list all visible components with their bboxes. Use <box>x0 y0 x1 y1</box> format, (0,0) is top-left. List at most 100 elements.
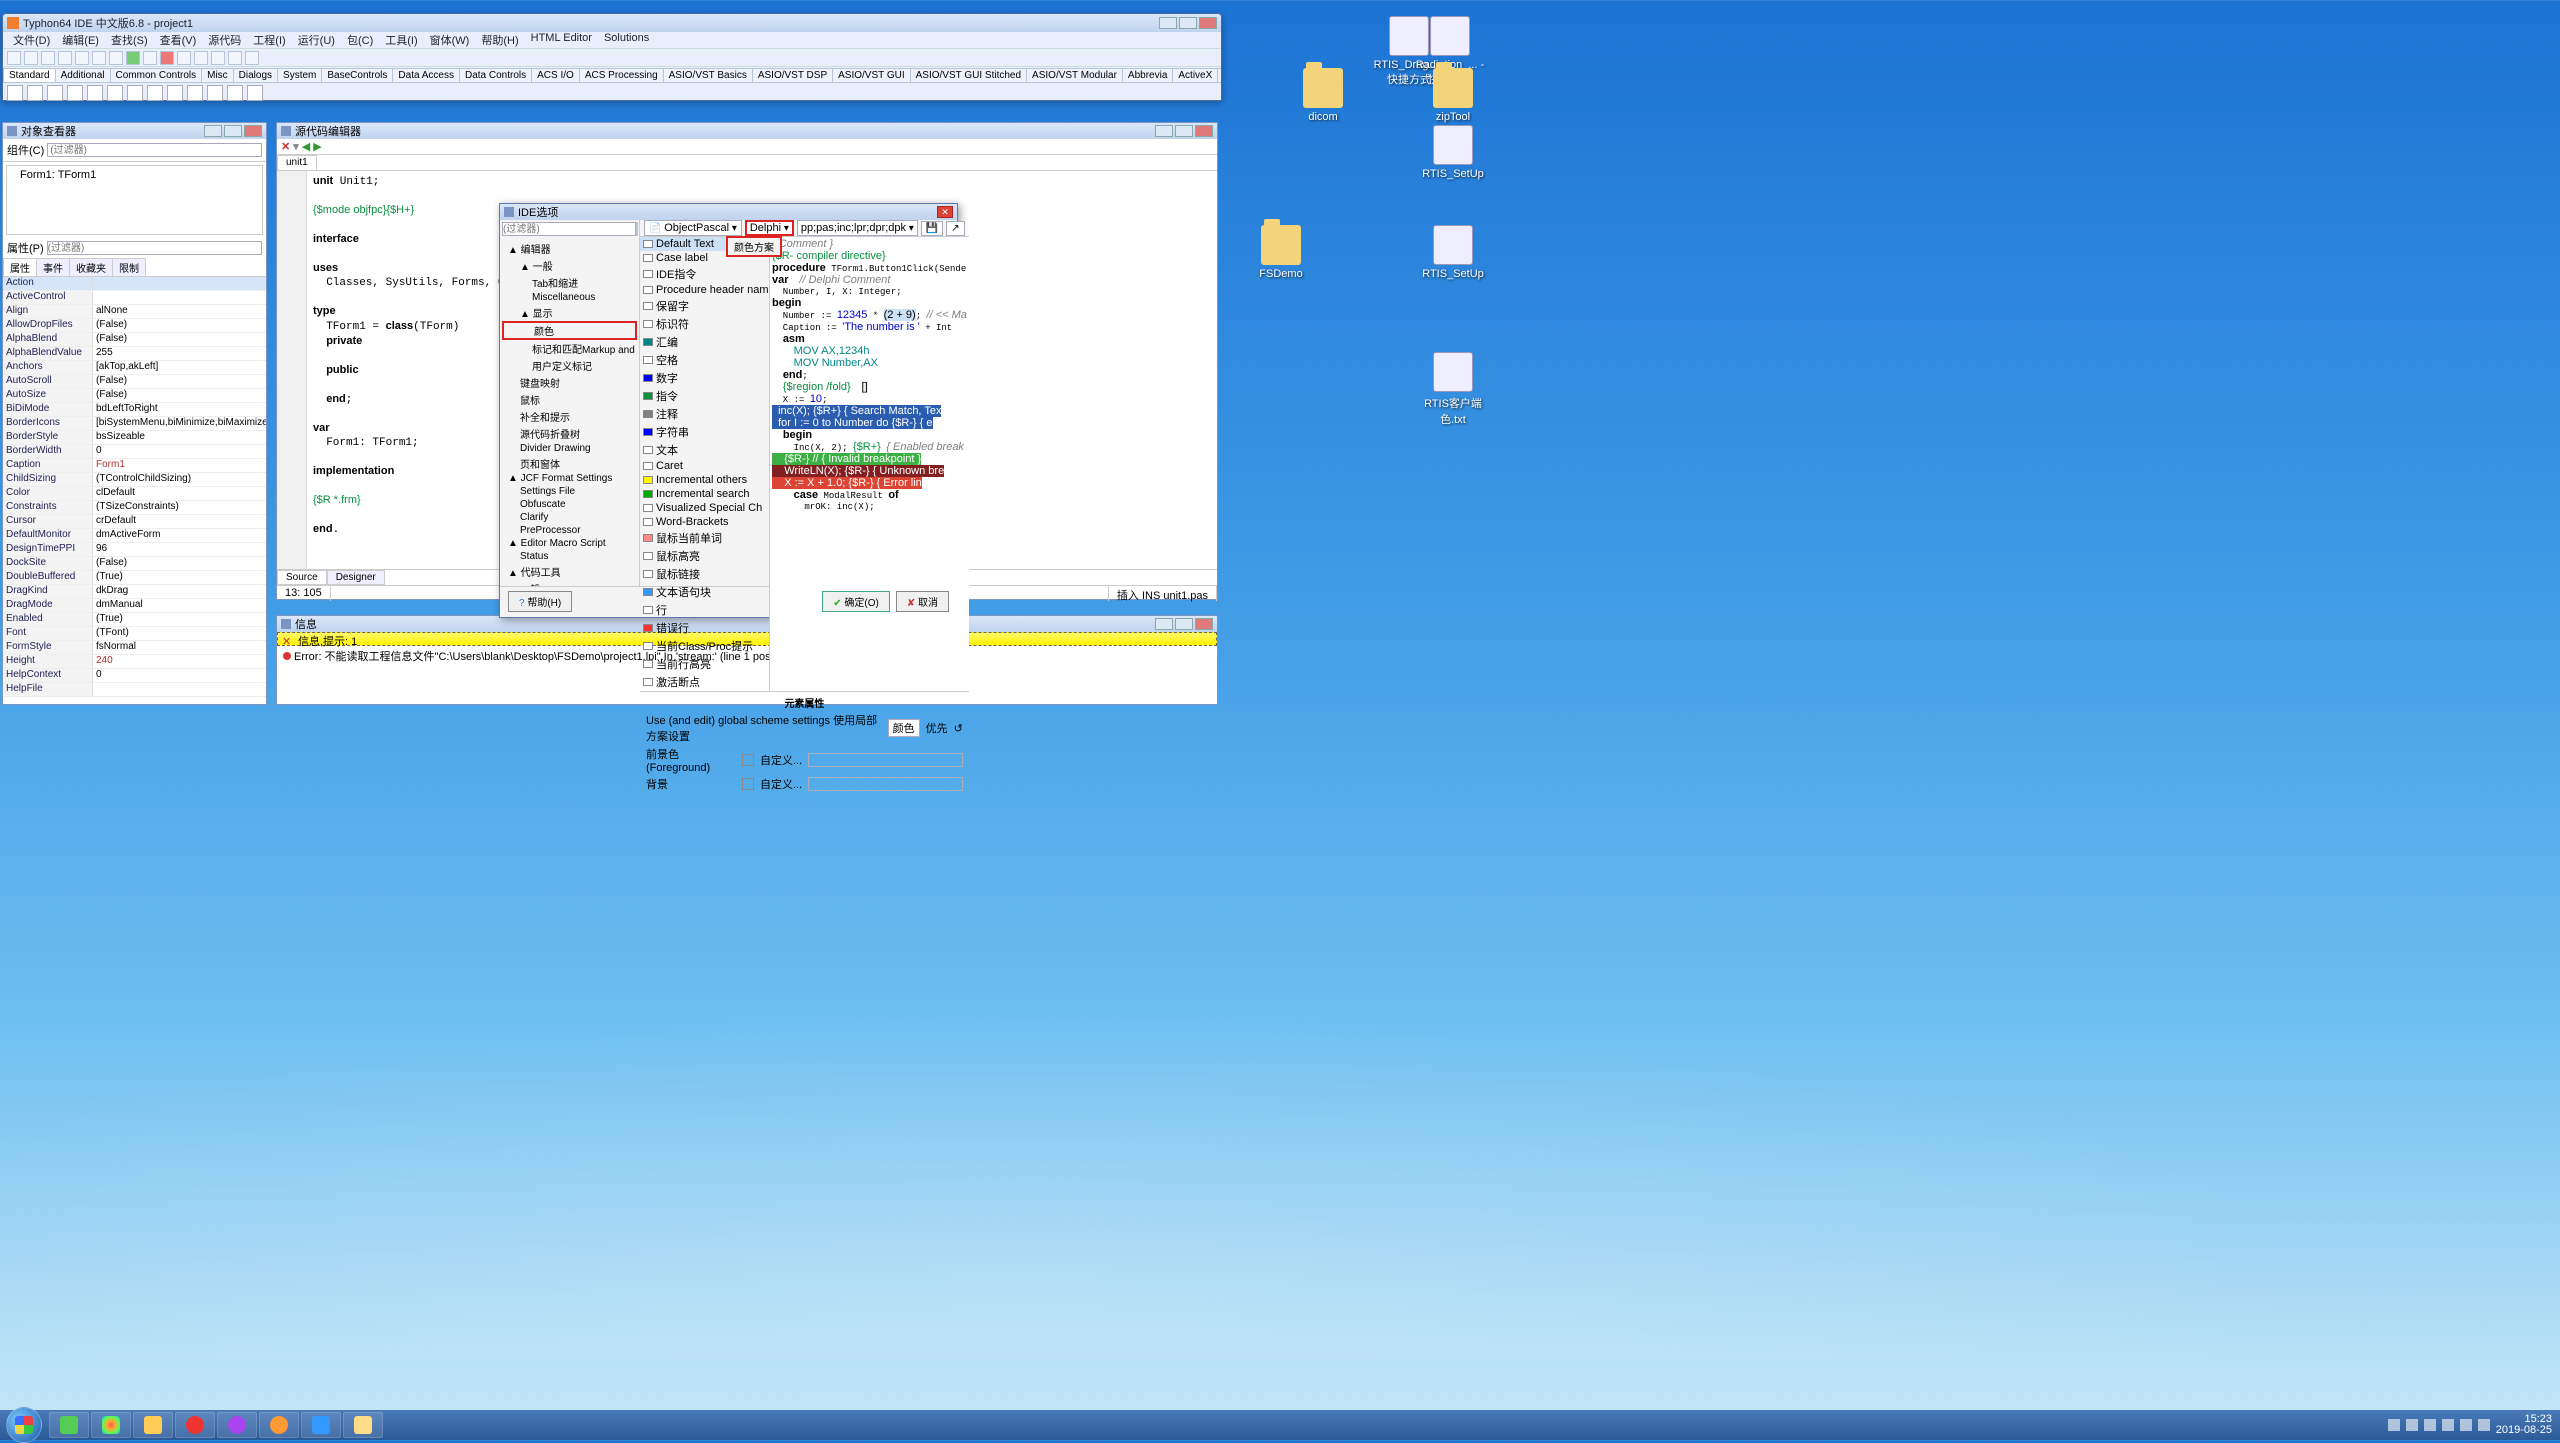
foreground-checkbox[interactable] <box>742 754 754 766</box>
close-button[interactable] <box>1199 17 1217 29</box>
taskbar-app[interactable] <box>133 1412 173 1438</box>
color-element-item[interactable]: 注释 <box>640 405 769 423</box>
tray-volume-icon[interactable] <box>2460 1419 2472 1431</box>
property-value[interactable]: 96 <box>93 543 266 556</box>
tray-icon[interactable] <box>2406 1419 2418 1431</box>
palette-tab[interactable]: ActiveX <box>1172 68 1218 83</box>
palette-tab[interactable]: Additional <box>55 68 111 83</box>
color-element-item[interactable]: Incremental search <box>640 487 769 501</box>
desktop-icon[interactable]: FSDemo <box>1243 225 1319 280</box>
minimize-button[interactable] <box>204 125 222 137</box>
file-tab-unit1[interactable]: unit1 <box>277 155 317 170</box>
property-value[interactable]: Form1 <box>93 459 266 472</box>
property-row[interactable]: CaptionForm1 <box>3 459 266 473</box>
ide-toolbar[interactable] <box>3 48 1221 66</box>
palette-component-icon[interactable] <box>87 85 103 101</box>
options-tree-node[interactable]: ▲ Editor Macro Script <box>502 537 637 550</box>
minimize-button[interactable] <box>1159 17 1177 29</box>
palette-component-icon[interactable] <box>167 85 183 101</box>
tool-toggle-icon[interactable] <box>109 51 123 65</box>
color-element-item[interactable]: 行 <box>640 601 769 619</box>
tray-icon[interactable] <box>2388 1419 2400 1431</box>
taskbar-app[interactable] <box>91 1412 131 1438</box>
minimize-button[interactable] <box>1155 618 1173 630</box>
maximize-button[interactable] <box>224 125 242 137</box>
editor-mode-tab[interactable]: Designer <box>327 570 385 585</box>
property-value[interactable] <box>93 291 266 304</box>
color-element-item[interactable]: 字符串 <box>640 423 769 441</box>
close-all-icon[interactable]: ▾ <box>293 140 299 153</box>
property-value[interactable]: bsSizeable <box>93 431 266 444</box>
color-element-item[interactable]: 标识符 <box>640 315 769 333</box>
property-value[interactable]: 0 <box>93 669 266 682</box>
palette-tab[interactable]: AggPars <box>1217 68 1221 83</box>
property-row[interactable]: DoubleBuffered(True) <box>3 571 266 585</box>
color-element-item[interactable]: 鼠标当前单词 <box>640 529 769 547</box>
property-row[interactable]: BorderIcons[biSystemMenu,biMinimize,biMa… <box>3 417 266 431</box>
palette-tab[interactable]: Data Controls <box>459 68 532 83</box>
palette-tab[interactable]: ASIO/VST GUI <box>832 68 911 83</box>
options-tree-node[interactable]: 补全和提示 <box>502 408 637 425</box>
property-value[interactable]: clDefault <box>93 487 266 500</box>
property-value[interactable] <box>93 277 266 290</box>
inspector-tabs[interactable]: 属性事件收藏夹限制 <box>3 258 266 277</box>
palette-component-icon[interactable] <box>107 85 123 101</box>
tool-units-icon[interactable] <box>75 51 89 65</box>
options-tree[interactable]: ▲ 编辑器▲ 一般Tab和缩进Miscellaneous▲ 显示颜色标记和匹配M… <box>500 238 639 586</box>
options-tree-node[interactable]: 一般 <box>502 580 637 586</box>
lang-button[interactable]: 📄 ObjectPascal ▾ <box>644 220 742 236</box>
color-scheme-button[interactable]: 颜色方案 <box>726 236 782 257</box>
color-tab-button[interactable]: 颜色 <box>888 719 920 737</box>
property-row[interactable]: Action <box>3 277 266 291</box>
menu-item[interactable]: 窗体(W) <box>424 32 476 48</box>
palette-tab[interactable]: ASIO/VST Basics <box>663 68 753 83</box>
property-value[interactable] <box>93 683 266 696</box>
property-row[interactable]: Enabled(True) <box>3 613 266 627</box>
palette-component-icon[interactable] <box>187 85 203 101</box>
palette-tab[interactable]: Dialogs <box>233 68 278 83</box>
menu-item[interactable]: 编辑(E) <box>56 32 105 48</box>
tray-icon[interactable] <box>2424 1419 2436 1431</box>
color-element-item[interactable]: 当前Class/Proc提示 <box>640 637 769 655</box>
inspector-tab[interactable]: 收藏夹 <box>69 258 113 276</box>
property-value[interactable]: (False) <box>93 319 266 332</box>
component-tree[interactable]: Form1: TForm1 <box>6 165 263 235</box>
taskbar-app[interactable] <box>175 1412 215 1438</box>
ok-button[interactable]: 确定(O) <box>822 591 890 612</box>
maximize-button[interactable] <box>1175 618 1193 630</box>
tool-stepout-icon[interactable] <box>211 51 225 65</box>
color-element-item[interactable]: 数字 <box>640 369 769 387</box>
property-row[interactable]: CursorcrDefault <box>3 515 266 529</box>
property-row[interactable]: Font(TFont) <box>3 627 266 641</box>
property-value[interactable]: crDefault <box>93 515 266 528</box>
gutter[interactable] <box>277 171 307 569</box>
palette-tab[interactable]: ACS Processing <box>579 68 664 83</box>
options-tree-node[interactable]: Settings File <box>502 485 637 498</box>
component-palette-tabs[interactable]: StandardAdditionalCommon ControlsMiscDia… <box>3 66 1221 84</box>
close-button[interactable] <box>1195 125 1213 137</box>
property-row[interactable]: ColorclDefault <box>3 487 266 501</box>
options-tree-node[interactable]: Tab和缩进 <box>502 274 637 291</box>
tool-stepover-icon[interactable] <box>177 51 191 65</box>
property-row[interactable]: AutoScroll(False) <box>3 375 266 389</box>
minimize-button[interactable] <box>1155 125 1173 137</box>
color-element-item[interactable]: 文本语句块 <box>640 583 769 601</box>
property-value[interactable]: [akTop,akLeft] <box>93 361 266 374</box>
color-element-item[interactable]: 汇编 <box>640 333 769 351</box>
ide-titlebar[interactable]: Typhon64 IDE 中文版6.8 - project1 <box>3 14 1221 32</box>
palette-tab[interactable]: ACS I/O <box>531 68 580 83</box>
color-element-item[interactable]: 指令 <box>640 387 769 405</box>
taskbar[interactable]: 15:23 2019-08-25 <box>0 1410 2560 1440</box>
palette-component-icon[interactable] <box>207 85 223 101</box>
palette-tab[interactable]: Common Controls <box>110 68 203 83</box>
tool-stop-icon[interactable] <box>160 51 174 65</box>
tray-network-icon[interactable] <box>2442 1419 2454 1431</box>
tool-pause-icon[interactable] <box>143 51 157 65</box>
property-row[interactable]: AutoSize(False) <box>3 389 266 403</box>
desktop-icon[interactable]: RTIS_SetUp <box>1415 125 1491 180</box>
filter-clear-icon[interactable] <box>636 222 638 236</box>
tool-stepinto-icon[interactable] <box>194 51 208 65</box>
property-value[interactable]: dmManual <box>93 599 266 612</box>
color-element-item[interactable]: Procedure header name <box>640 283 769 297</box>
system-tray[interactable]: 15:23 2019-08-25 <box>2380 1414 2560 1436</box>
